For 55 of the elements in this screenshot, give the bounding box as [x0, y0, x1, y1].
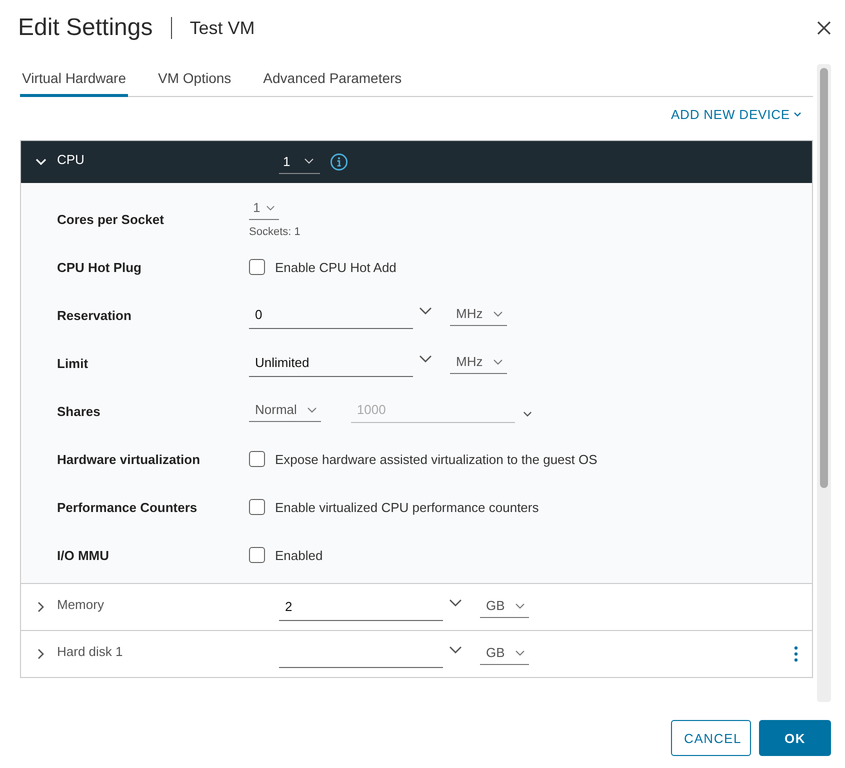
unit-select[interactable]: GB — [480, 643, 529, 665]
add-new-device-button[interactable]: ADD NEW DEVICE — [670, 107, 801, 122]
dropdown-icon[interactable] — [419, 355, 432, 363]
setting-label: Limit — [57, 356, 90, 370]
dialog-title: Edit Settings — [18, 14, 153, 42]
dropdown-icon[interactable] — [419, 307, 432, 315]
value-combo-field[interactable]: Unlimited — [249, 349, 413, 377]
cores-select[interactable]: 1 — [249, 200, 280, 220]
chevron-icon[interactable] — [35, 156, 47, 168]
tab[interactable]: Virtual Hardware — [20, 64, 128, 97]
device-label: Memory — [56, 596, 105, 612]
close-icon[interactable] — [817, 21, 831, 35]
setting-label: CPU Hot Plug — [57, 260, 142, 274]
tab[interactable]: Advanced Parameters — [263, 64, 402, 97]
dropdown-icon[interactable] — [449, 599, 462, 607]
device-label: CPU — [56, 152, 86, 166]
checkbox-label: Enabled — [275, 548, 323, 562]
caret-icon — [492, 358, 503, 364]
checkbox[interactable] — [249, 259, 265, 275]
setting-label: Shares — [57, 404, 102, 418]
unit-select[interactable]: GB — [480, 596, 529, 618]
unit-select[interactable]: MHz — [450, 304, 507, 326]
unit-select[interactable]: MHz — [450, 352, 507, 374]
tab[interactable]: VM Options — [158, 64, 232, 97]
vm-name: Test VM — [190, 18, 255, 38]
caret-icon — [306, 406, 317, 412]
checkbox[interactable] — [249, 499, 265, 515]
more-icon[interactable] — [794, 646, 798, 662]
caret-icon — [514, 650, 525, 656]
value-combo-field[interactable]: 0 — [249, 301, 413, 329]
checkbox-label: Enable CPU Hot Add — [275, 260, 396, 274]
checkbox[interactable] — [249, 451, 265, 467]
checkbox[interactable] — [249, 547, 265, 563]
dropdown-icon[interactable] — [449, 646, 462, 654]
setting-label: Cores per Socket — [57, 212, 165, 226]
scrollbar[interactable] — [817, 64, 831, 702]
setting-label: Hardware virtualization — [57, 452, 202, 466]
dropdown-icon[interactable] — [522, 411, 532, 417]
value-combo-field[interactable]: 2 — [279, 593, 443, 621]
checkbox-label: Expose hardware assisted virtualization to the guest OS — [275, 452, 598, 466]
checkbox-label: Enable virtualized CPU performance counters — [275, 500, 539, 514]
cancel-button[interactable]: CANCEL — [671, 720, 751, 756]
caret-icon — [304, 158, 314, 164]
caret-icon — [492, 310, 503, 316]
caret-icon — [514, 602, 525, 608]
setting-label: I/O MMU — [57, 548, 110, 562]
caret-icon — [266, 204, 276, 210]
caret-icon — [794, 112, 801, 117]
info-icon[interactable] — [330, 153, 348, 171]
ok-button[interactable]: OK — [759, 720, 831, 756]
device-label: Hard disk 1 — [56, 644, 124, 658]
sockets-note: Sockets: 1 — [249, 226, 300, 238]
setting-label: Performance Counters — [57, 500, 198, 514]
cpu-count-select[interactable]: 1 — [279, 150, 320, 174]
setting-label: Reservation — [57, 308, 132, 322]
